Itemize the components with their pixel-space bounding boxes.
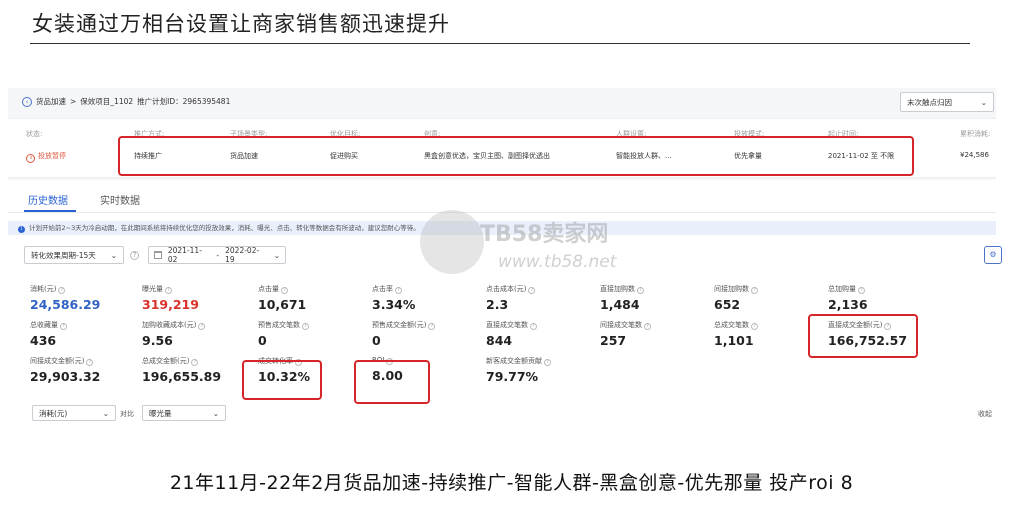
slide-caption: 21年11月-22年2月货品加速-持续推广-智能人群-黑盒创意-优先那量 投产r… (169, 472, 854, 494)
help-icon: ? (428, 323, 436, 330)
breadcrumb: ‹ 货品加速 > 保效项目_1102 推广计划ID：2965395481 (22, 96, 230, 107)
help-icon: ? (302, 323, 309, 330)
metric-impressions: 曝光量? 319,219 (142, 285, 199, 312)
tab-divider (8, 212, 996, 213)
help-icon: ? (544, 359, 551, 366)
help-icon: ? (165, 287, 172, 294)
breadcrumb-project[interactable]: 保效项目_1102 (80, 96, 133, 107)
info-icon: i (18, 226, 25, 233)
status-value: 投放暂停 (38, 152, 66, 160)
metric-direct-cart: 直接加购数? 1,484 (600, 284, 644, 312)
help-icon: ? (60, 323, 67, 330)
help-icon: ? (281, 287, 288, 294)
highlight-roi (354, 360, 430, 404)
chevron-down-icon: ⌄ (102, 408, 109, 418)
metric-clicks: 点击量? 10,671 (258, 285, 307, 312)
info-label: 状态: (26, 130, 43, 138)
app-screenshot: ‹ 货品加速 > 保效项目_1102 推广计划ID：2965395481 末次触… (8, 88, 1002, 440)
help-icon: ? (751, 323, 758, 330)
metric-presale-orders: 预售成交笔数? 0 (258, 320, 309, 348)
help-icon: ? (58, 287, 66, 294)
metric-total-amount: 总成交金额(元)? 196,655.89 (142, 357, 222, 384)
metric-indirect-cart: 间接加购数? 652 (714, 284, 758, 312)
breadcrumb-root[interactable]: 货品加速 (36, 96, 66, 107)
date-start: 2021-11-02 (167, 246, 202, 264)
help-icon: ? (751, 287, 758, 294)
period-select[interactable]: 转化效果周期-15天 ⌄ (24, 246, 124, 264)
notice-bar: i 计划开始前2~3天为冷启动期，在此期间系统将持续优化您的投放效果，消耗、曝光、… (8, 221, 996, 235)
date-separator: - (216, 250, 220, 260)
compare-metric-right-select[interactable]: 曝光量 ⌄ (142, 405, 226, 421)
attribution-select-value: 末次触点归因 (907, 97, 952, 107)
date-range-picker[interactable]: 2021-11-02 - 2022-02-19 ⌄ (148, 246, 286, 264)
metric-total-orders: 总成交笔数? 1,101 (714, 320, 758, 348)
chevron-down-icon: ⌄ (980, 97, 987, 107)
help-icon: ? (198, 323, 206, 330)
collapse-link[interactable]: 收起 (978, 409, 992, 419)
help-icon: ? (191, 359, 199, 366)
settings-icon[interactable]: ⚙ (984, 246, 1002, 264)
metric-cost: 消耗(元)? 24,586.29 (30, 285, 101, 312)
metric-total-cart: 总加购量? 2,136 (828, 285, 868, 312)
chevron-down-icon: ⌄ (110, 250, 117, 260)
help-icon: ? (858, 287, 865, 294)
compare-metric-left-select[interactable]: 消耗(元) ⌄ (32, 405, 116, 421)
highlight-conversion-rate (242, 360, 322, 400)
metric-cpc: 点击成本(元)? 2.3 (486, 284, 536, 312)
attribution-select[interactable]: 末次触点归因 ⌄ (900, 92, 994, 112)
help-icon[interactable]: ? (130, 251, 139, 260)
metric-indirect-orders: 间接成交笔数? 257 (600, 320, 651, 348)
tab-history[interactable]: 历史数据 (28, 192, 68, 207)
metric-ctr: 点击率? 3.34% (372, 285, 416, 312)
help-icon: ? (530, 323, 537, 330)
help-icon: ? (528, 287, 536, 294)
highlight-direct-amount (808, 314, 918, 358)
metric-indirect-amount: 间接成交金额(元)? 29,903.32 (30, 357, 101, 384)
help-icon: ? (395, 287, 402, 294)
title-divider (30, 43, 970, 44)
metric-cart-fav-cost: 加购收藏成本(元)? 9.56 (142, 320, 206, 348)
chevron-down-icon: ⌄ (212, 408, 219, 418)
date-end: 2022-02-19 (225, 246, 260, 264)
help-icon: ? (644, 323, 651, 330)
metric-favorites: 总收藏量? 436 (30, 320, 67, 348)
calendar-icon (154, 251, 162, 259)
notice-text: 计划开始前2~3天为冷启动期，在此期间系统将持续优化您的投放效果，消耗、曝光、点… (29, 224, 420, 232)
compare-vs-label: 对比 (120, 410, 134, 418)
pause-icon: ॥ (26, 154, 35, 163)
breadcrumb-separator: > (70, 97, 77, 106)
highlight-plan-settings (118, 136, 914, 176)
data-panel: 历史数据 实时数据 i 计划开始前2~3天为冷启动期，在此期间系统将持续优化您的投… (8, 180, 1002, 440)
help-icon: ? (86, 359, 94, 366)
metric-direct-orders: 直接成交笔数? 844 (486, 320, 537, 348)
help-icon: ? (637, 287, 644, 294)
breadcrumb-plan-id: 推广计划ID：2965395481 (137, 97, 231, 106)
metric-presale-amount: 预售成交金额(元)? 0 (372, 320, 436, 348)
metric-new-customer-share: 新客成交金额贡献? 79.77% (486, 356, 551, 384)
back-arrow-icon[interactable]: ‹ (22, 96, 32, 107)
tab-realtime[interactable]: 实时数据 (100, 192, 140, 207)
slide-title: 女装通过万相台设置让商家销售额迅速提升 (32, 12, 450, 36)
chevron-down-icon: ⌄ (273, 250, 280, 260)
